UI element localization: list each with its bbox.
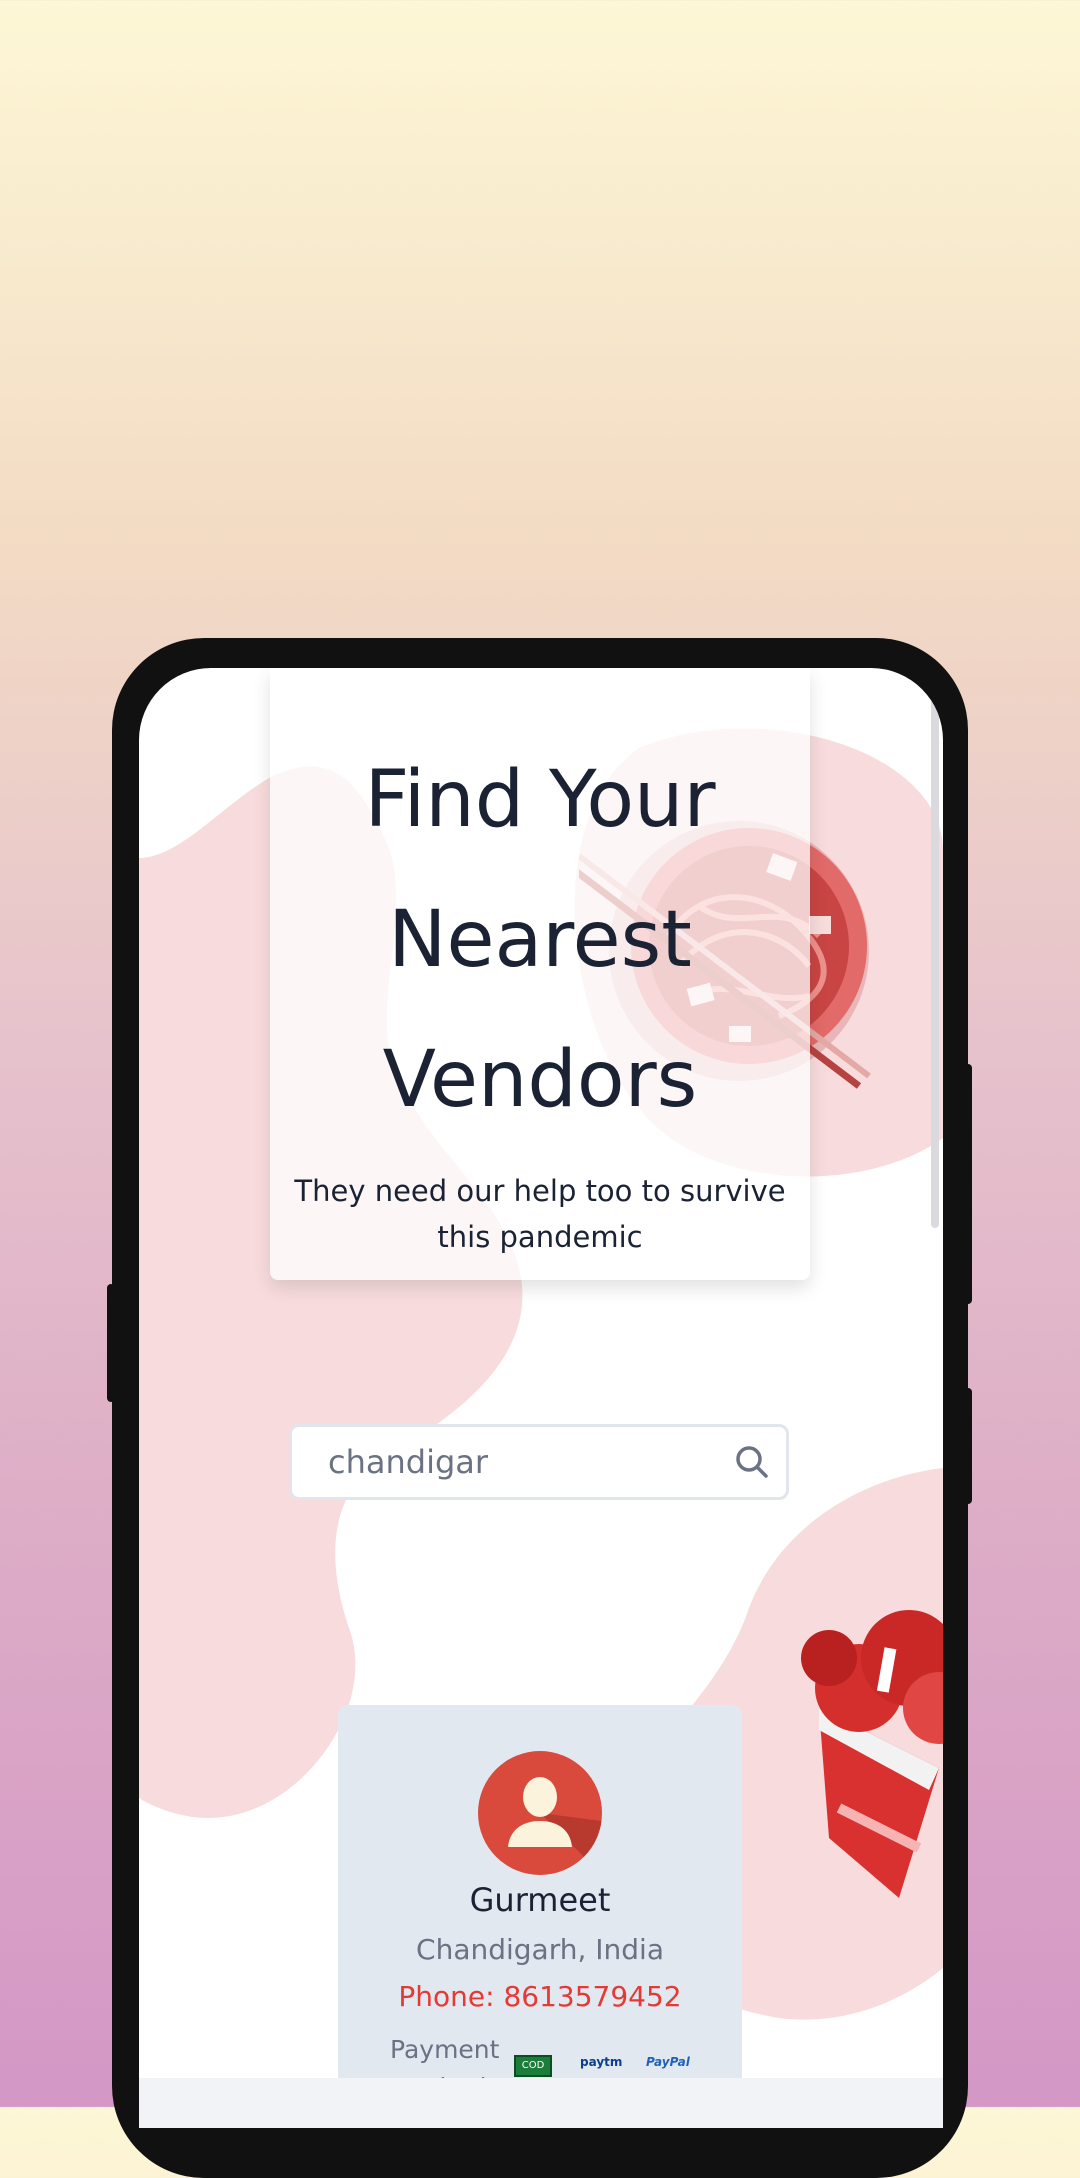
phone-volume-button [964, 1388, 972, 1504]
page-scrollbar[interactable] [931, 688, 939, 1228]
user-icon [508, 1777, 602, 1875]
hero-card: Find Your Nearest Vendors They need our … [270, 668, 810, 1280]
phone-left-button [107, 1284, 115, 1402]
hero-subtitle: They need our help too to survive this p… [294, 1174, 786, 1254]
hero-title: Find Your Nearest Vendors [364, 755, 716, 1125]
vendor-card[interactable]: Gurmeet Chandigarh, India Phone: 8613579… [338, 1705, 742, 2128]
paytm-logo: paytm [580, 2055, 623, 2069]
cod-logo: COD [514, 2055, 552, 2077]
avatar [478, 1751, 602, 1875]
search-box [289, 1424, 789, 1500]
search-input[interactable] [292, 1442, 732, 1482]
vendor-phone[interactable]: Phone: 8613579452 [338, 1980, 742, 2013]
fried-chicken-illustration [801, 1610, 943, 1898]
vendor-location: Chandigarh, India [416, 1933, 664, 1966]
bottom-bar [139, 2078, 943, 2128]
paypal-logo: PayPal [646, 2055, 690, 2069]
vendor-name: Gurmeet [469, 1881, 611, 1919]
search-icon[interactable] [732, 1442, 772, 1482]
phone-power-button [964, 1064, 972, 1304]
app-screen: Find Your Nearest Vendors They need our … [139, 668, 943, 2128]
